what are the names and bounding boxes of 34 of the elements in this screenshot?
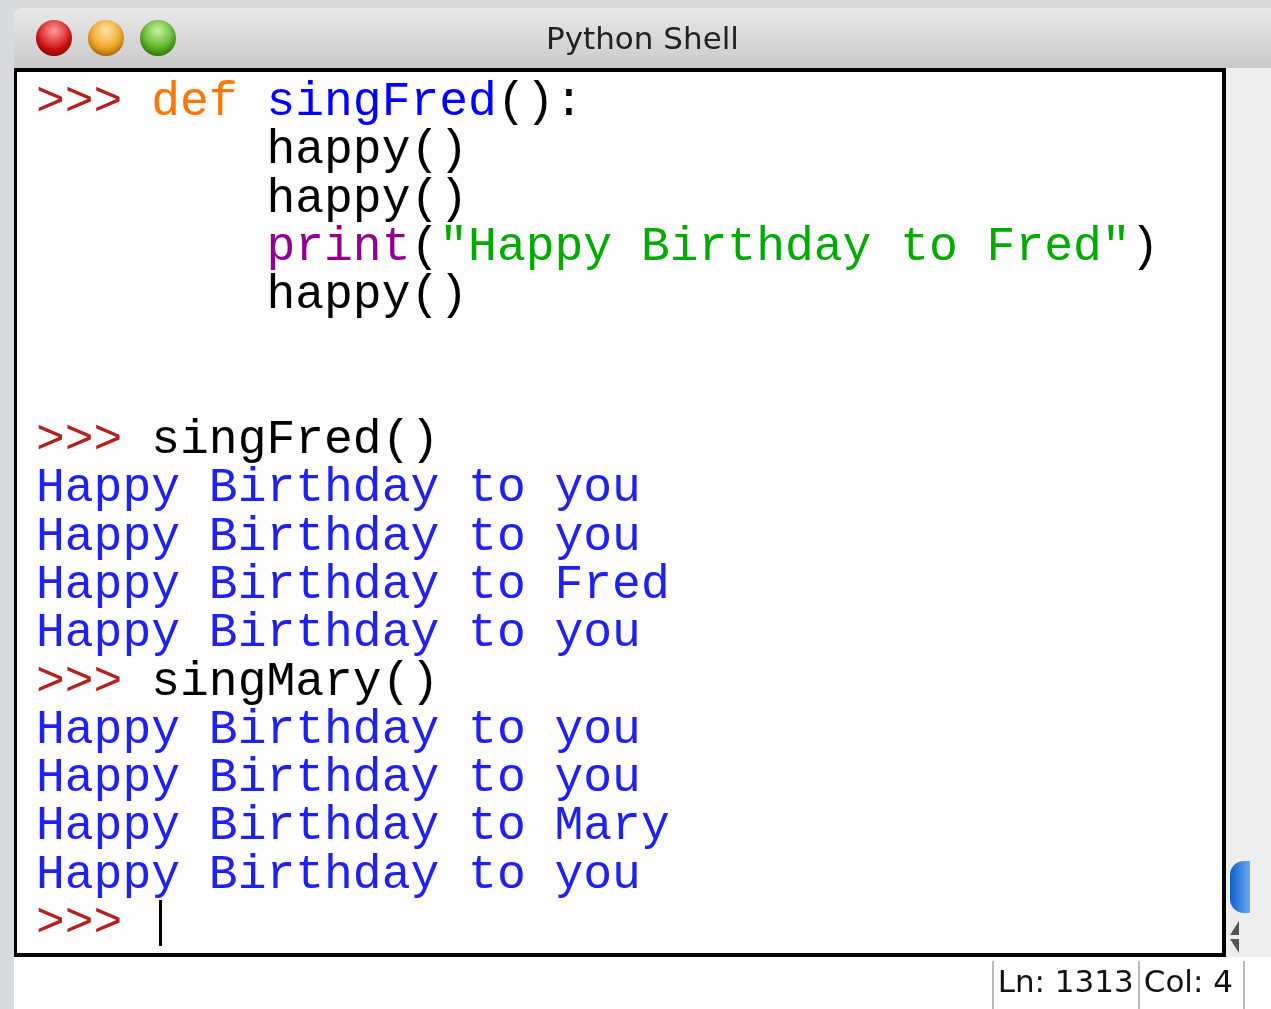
builtin-name: print xyxy=(266,222,411,272)
code-text: ( xyxy=(410,222,440,272)
output-text: Happy Birthday to you xyxy=(36,464,641,513)
line-number: Ln: 1313 xyxy=(991,961,1138,1009)
output-text: Happy Birthday to you xyxy=(36,705,641,755)
scroll-up-icon[interactable] xyxy=(1230,921,1239,935)
shell-prompt: >>> xyxy=(36,899,123,948)
minimize-icon[interactable] xyxy=(88,20,124,56)
output-text: Happy Birthday to you xyxy=(36,850,641,900)
window-title: Python Shell xyxy=(546,20,739,56)
code-text: happy() xyxy=(266,271,469,320)
string-literal: "Happy Birthday to Fred" xyxy=(439,222,1131,272)
zoom-icon[interactable] xyxy=(140,20,176,56)
output-text: Happy Birthday to Mary xyxy=(36,802,670,851)
shell-prompt: >>> xyxy=(36,78,124,127)
output-text: Happy Birthday to you xyxy=(36,609,641,658)
close-icon[interactable] xyxy=(36,20,72,56)
output-text: Happy Birthday to Fred xyxy=(36,560,670,610)
code-text: ) xyxy=(1130,222,1160,272)
code-text: singMary() xyxy=(151,657,440,706)
code-keyword: def xyxy=(151,78,238,127)
code-text: singFred() xyxy=(151,416,440,465)
scroll-bar[interactable] xyxy=(1226,68,1271,957)
column-number: Col: 4 xyxy=(1137,961,1237,1009)
shell-prompt: >>> xyxy=(36,657,123,706)
scroll-thumb[interactable] xyxy=(1230,861,1250,913)
code-text: (): xyxy=(496,78,584,127)
output-text: Happy Birthday to you xyxy=(36,512,641,561)
function-name: singFred xyxy=(266,78,497,127)
text-cursor xyxy=(159,900,163,947)
code-text: happy() xyxy=(266,126,469,175)
shell-prompt: >>> xyxy=(36,416,124,465)
output-text: Happy Birthday to you xyxy=(36,754,641,803)
code-text: happy() xyxy=(266,174,469,223)
